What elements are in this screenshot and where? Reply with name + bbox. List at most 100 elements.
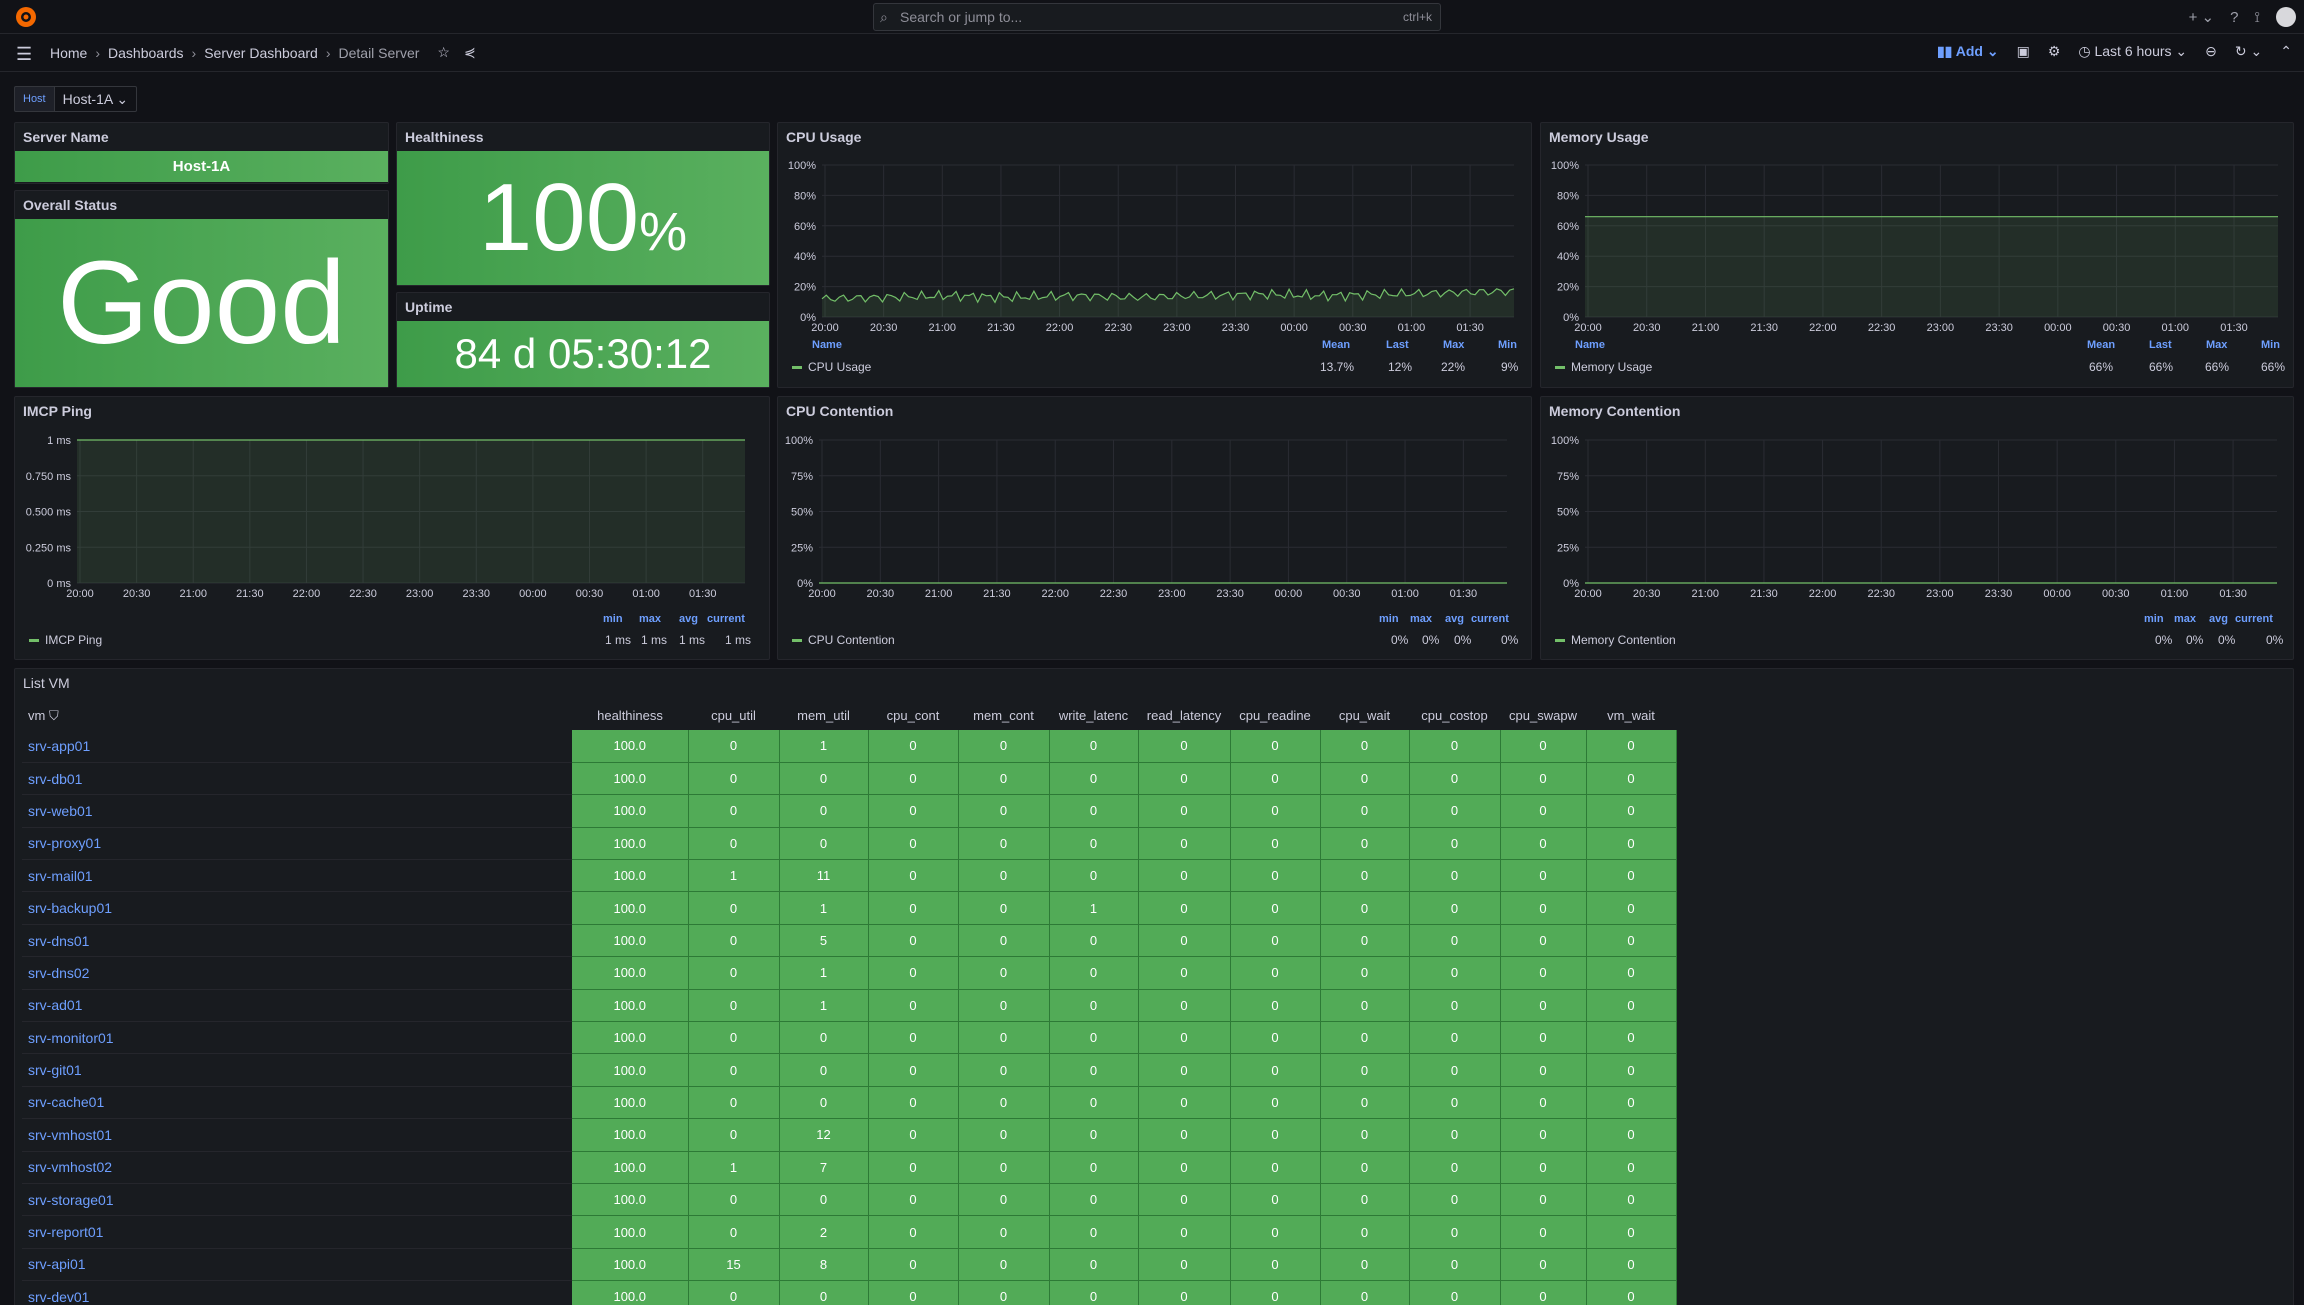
- x-tick-label: 22:30: [1104, 322, 1132, 334]
- column-header-write-latenc[interactable]: write_latenc: [1049, 708, 1138, 730]
- save-icon[interactable]: ▣: [2017, 43, 2030, 60]
- cell-cpu-cont: 0: [868, 1118, 959, 1152]
- cell-vm-wait: 0: [1586, 1183, 1677, 1217]
- cell-healthiness: 100.0: [572, 989, 689, 1023]
- column-header-cpu-costop[interactable]: cpu_costop: [1409, 708, 1500, 730]
- legend-header-max[interactable]: max: [2174, 613, 2196, 625]
- collapse-icon[interactable]: ⌃: [2280, 43, 2292, 60]
- news-feed-icon[interactable]: ⟟: [2254, 9, 2260, 26]
- legend-header-max[interactable]: max: [1410, 613, 1432, 625]
- column-header-cpu-util[interactable]: cpu_util: [688, 708, 779, 730]
- legend-header-last[interactable]: Last: [1386, 339, 1409, 351]
- grafana-logo-icon[interactable]: [14, 5, 38, 29]
- menu-icon[interactable]: ☰: [16, 44, 32, 65]
- vm-link[interactable]: srv-dns01: [28, 933, 89, 949]
- time-range-picker[interactable]: ◷ Last 6 hours ⌄: [2078, 43, 2187, 60]
- new-menu-icon[interactable]: + ⌄: [2189, 8, 2215, 26]
- cell-read-latency: 0: [1138, 827, 1231, 861]
- cell-write-latenc: 0: [1049, 1280, 1139, 1305]
- breadcrumb-server-dashboard[interactable]: Server Dashboard: [204, 45, 318, 61]
- legend-header-mean[interactable]: Mean: [1322, 339, 1350, 351]
- legend-header-max[interactable]: Max: [2206, 339, 2227, 351]
- vm-link[interactable]: srv-ad01: [28, 997, 82, 1013]
- legend-header-max[interactable]: Max: [1443, 339, 1464, 351]
- add-button[interactable]: ▮▮ Add ⌄: [1937, 43, 1999, 60]
- column-header-read-latency[interactable]: read_latency: [1138, 708, 1230, 730]
- vm-link[interactable]: srv-dns02: [28, 965, 89, 981]
- cell-cpu-swapw: 0: [1500, 1215, 1587, 1249]
- cell-mem-cont: 0: [958, 1215, 1050, 1249]
- vm-link[interactable]: srv-backup01: [28, 900, 112, 916]
- legend-header-avg[interactable]: avg: [2209, 613, 2228, 625]
- user-avatar[interactable]: [2276, 7, 2296, 27]
- legend-header-max[interactable]: max: [639, 613, 661, 625]
- table-row: srv-backup01 100.0 0 1 0 0 1 0 0 0 0 0 0: [22, 891, 1677, 925]
- column-header-vm[interactable]: vm ⛉: [22, 708, 572, 730]
- y-tick-label: 0.250 ms: [26, 542, 72, 554]
- cell-mem-util: 1: [779, 989, 869, 1023]
- cell-healthiness: 100.0: [572, 1086, 689, 1120]
- legend-header-current[interactable]: current: [2235, 613, 2273, 625]
- zoom-out-icon[interactable]: ⊖: [2205, 43, 2217, 60]
- breadcrumb-home[interactable]: Home: [50, 45, 87, 61]
- cell-cpu-readine: 0: [1230, 730, 1321, 763]
- vm-link[interactable]: srv-api01: [28, 1256, 86, 1272]
- settings-icon[interactable]: ⚙: [2048, 43, 2061, 60]
- legend-header-min[interactable]: Min: [2261, 339, 2280, 351]
- breadcrumb-current: Detail Server: [338, 44, 420, 61]
- column-header-healthiness[interactable]: healthiness: [572, 708, 688, 730]
- vm-name-cell: srv-cache01: [22, 1086, 572, 1120]
- host-select[interactable]: Host-1A ⌄: [54, 86, 138, 112]
- cell-cpu-costop: 0: [1409, 1280, 1501, 1305]
- legend-header-current[interactable]: current: [707, 613, 745, 625]
- vm-link[interactable]: srv-mail01: [28, 868, 93, 884]
- vm-link[interactable]: srv-vmhost02: [28, 1159, 112, 1175]
- star-icon[interactable]: ☆: [437, 44, 450, 61]
- vm-link[interactable]: srv-monitor01: [28, 1030, 114, 1046]
- cell-cpu-util: 0: [688, 1280, 780, 1305]
- x-tick-label: 01:00: [1398, 322, 1426, 334]
- vm-link[interactable]: srv-db01: [28, 771, 82, 787]
- vm-link[interactable]: srv-git01: [28, 1062, 82, 1078]
- cell-cpu-wait: 0: [1320, 924, 1410, 958]
- table-row: srv-vmhost02 100.0 1 7 0 0 0 0 0 0 0 0 0: [22, 1151, 1677, 1184]
- help-icon[interactable]: ?: [2230, 9, 2238, 26]
- legend-header-last[interactable]: Last: [2149, 339, 2172, 351]
- legend-header-avg[interactable]: avg: [679, 613, 698, 625]
- column-header-cpu-swapw[interactable]: cpu_swapw: [1500, 708, 1586, 730]
- vm-link[interactable]: srv-report01: [28, 1224, 103, 1240]
- column-header-vm-wait[interactable]: vm_wait: [1586, 708, 1676, 730]
- legend-item-memory-usage[interactable]: Memory Usage: [1555, 360, 1652, 374]
- legend-header-mean[interactable]: Mean: [2087, 339, 2115, 351]
- cell-write-latenc: 0: [1049, 794, 1139, 828]
- legend-header-current[interactable]: current: [1471, 613, 1509, 625]
- legend-item-cpu-usage[interactable]: CPU Usage: [792, 360, 871, 374]
- column-header-cpu-cont[interactable]: cpu_cont: [868, 708, 958, 730]
- legend-item-icmp-ping[interactable]: IMCP Ping: [29, 633, 102, 647]
- refresh-icon[interactable]: ↻ ⌄: [2235, 43, 2262, 60]
- legend-header-min[interactable]: Min: [1498, 339, 1517, 351]
- column-header-cpu-wait[interactable]: cpu_wait: [1320, 708, 1409, 730]
- legend-item-memory-contention[interactable]: Memory Contention: [1555, 633, 1676, 647]
- vm-link[interactable]: srv-dev01: [28, 1289, 89, 1305]
- legend-header-min[interactable]: min: [603, 613, 623, 625]
- legend-header-avg[interactable]: avg: [1445, 613, 1464, 625]
- legend-item-cpu-contention[interactable]: CPU Contention: [792, 633, 895, 647]
- vm-link[interactable]: srv-web01: [28, 803, 93, 819]
- share-icon[interactable]: ⋞: [464, 44, 476, 61]
- vm-link[interactable]: srv-proxy01: [28, 835, 101, 851]
- legend-header-min[interactable]: min: [2144, 613, 2164, 625]
- vm-link[interactable]: srv-cache01: [28, 1094, 104, 1110]
- legend-header-min[interactable]: min: [1379, 613, 1399, 625]
- column-header-mem-cont[interactable]: mem_cont: [958, 708, 1049, 730]
- y-tick-label: 100%: [785, 435, 813, 447]
- cell-mem-util: 8: [779, 1248, 869, 1282]
- vm-link[interactable]: srv-app01: [28, 738, 90, 754]
- column-header-cpu-readine[interactable]: cpu_readine: [1230, 708, 1320, 730]
- search-input[interactable]: ⌕ Search or jump to... ctrl+k: [873, 3, 1441, 31]
- vm-link[interactable]: srv-vmhost01: [28, 1127, 112, 1143]
- column-header-mem-util[interactable]: mem_util: [779, 708, 868, 730]
- vm-link[interactable]: srv-storage01: [28, 1192, 114, 1208]
- y-tick-label: 20%: [1557, 282, 1579, 294]
- breadcrumb-dashboards[interactable]: Dashboards: [108, 45, 184, 61]
